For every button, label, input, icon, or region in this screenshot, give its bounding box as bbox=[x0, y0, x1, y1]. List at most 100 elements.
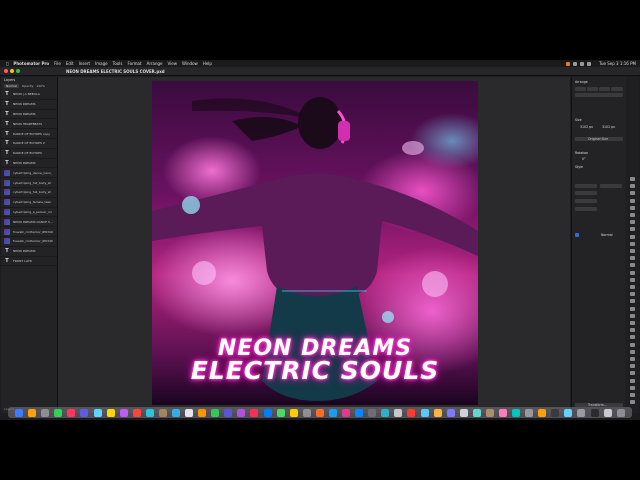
align-right-button[interactable] bbox=[599, 87, 610, 91]
layer-row[interactable]: T DANCE OF ECHOES copy bbox=[1, 129, 57, 139]
menu-window[interactable]: Window bbox=[182, 61, 198, 66]
dock-app-icon[interactable] bbox=[211, 408, 220, 417]
dock-app-icon[interactable] bbox=[590, 408, 599, 417]
dock-app-icon[interactable] bbox=[250, 408, 259, 417]
dock-app-icon[interactable] bbox=[616, 408, 625, 417]
layer-row[interactable]: cybertriping_dance_neon_ bbox=[1, 168, 57, 179]
dock-app-icon[interactable] bbox=[394, 408, 403, 417]
tool-icon[interactable] bbox=[630, 313, 635, 318]
size-width[interactable]: 3102 px bbox=[580, 125, 593, 129]
dock-app-icon[interactable] bbox=[41, 408, 50, 417]
layer-row[interactable]: T NEON DREAMS bbox=[1, 110, 57, 120]
album-cover-artwork[interactable]: NEON DREAMS ELECTRIC SOULS bbox=[152, 81, 478, 405]
tool-icon[interactable] bbox=[630, 270, 635, 275]
tool-icon[interactable] bbox=[630, 249, 635, 253]
dock-app-icon[interactable] bbox=[342, 408, 351, 417]
tool-icon[interactable] bbox=[630, 227, 635, 232]
shadow-button[interactable] bbox=[575, 207, 597, 211]
tool-icon[interactable] bbox=[630, 263, 635, 268]
tool-icon[interactable] bbox=[630, 177, 635, 181]
dock-app-icon[interactable] bbox=[472, 408, 481, 417]
dock-app-icon[interactable] bbox=[459, 408, 468, 417]
dock-app-icon[interactable] bbox=[368, 408, 377, 417]
dock-app-icon[interactable] bbox=[224, 408, 233, 417]
tool-icon[interactable] bbox=[630, 205, 635, 210]
dock-app-icon[interactable] bbox=[512, 408, 521, 417]
tool-icon[interactable] bbox=[630, 299, 635, 304]
flip-horizontal-button[interactable] bbox=[575, 184, 597, 188]
dock-app-icon[interactable] bbox=[328, 408, 337, 417]
dock-app-icon[interactable] bbox=[433, 408, 442, 417]
menu-tools[interactable]: Tools bbox=[113, 61, 123, 66]
menu-help[interactable]: Help bbox=[203, 61, 212, 66]
battery-icon[interactable] bbox=[580, 61, 585, 66]
menu-clock[interactable]: Tue Sep 3 1:16 PM bbox=[599, 61, 636, 66]
blend-select[interactable]: Normal bbox=[601, 233, 613, 237]
dock-app-icon[interactable] bbox=[119, 408, 128, 417]
dock-app-icon[interactable] bbox=[289, 408, 298, 417]
stroke-button[interactable] bbox=[575, 199, 597, 203]
tool-icon[interactable] bbox=[630, 321, 635, 325]
dock-app-icon[interactable] bbox=[185, 408, 194, 417]
dock-app-icon[interactable] bbox=[302, 408, 311, 417]
dock-app-icon[interactable] bbox=[577, 408, 586, 417]
canvas-area[interactable]: NEON DREAMS ELECTRIC SOULS bbox=[58, 77, 570, 413]
dock-app-icon[interactable] bbox=[538, 408, 547, 417]
tool-icon[interactable] bbox=[630, 357, 635, 361]
layer-row[interactable]: T FRONT LAYR bbox=[1, 257, 57, 267]
tool-icon[interactable] bbox=[630, 213, 635, 217]
dock-app-icon[interactable] bbox=[551, 408, 560, 417]
menu-format[interactable]: Format bbox=[127, 61, 141, 66]
dock-app-icon[interactable] bbox=[315, 408, 324, 417]
layer-row[interactable]: frowalk_cinthamor_6f0340 bbox=[1, 227, 57, 237]
layer-row[interactable]: cybertriping_full_body_sh bbox=[1, 188, 57, 198]
opacity-value[interactable]: 100% bbox=[36, 84, 45, 88]
minimize-window-button[interactable] bbox=[10, 69, 14, 73]
tool-icon[interactable] bbox=[630, 342, 635, 347]
tool-icon[interactable] bbox=[630, 378, 635, 383]
rotation-value[interactable]: 0° bbox=[582, 157, 586, 161]
apple-menu-icon[interactable]:  bbox=[6, 61, 8, 66]
layer-row[interactable]: T DANCE OF ECHOES 2 bbox=[1, 139, 57, 149]
menu-arrange[interactable]: Arrange bbox=[147, 61, 163, 66]
flip-vertical-button[interactable] bbox=[600, 184, 622, 188]
dock-app-icon[interactable] bbox=[132, 408, 141, 417]
dock-app-icon[interactable] bbox=[158, 408, 167, 417]
dock-app-icon[interactable] bbox=[603, 408, 612, 417]
tool-icon[interactable] bbox=[630, 277, 635, 282]
enable-checkbox[interactable] bbox=[575, 233, 579, 237]
dock-app-icon[interactable] bbox=[67, 408, 76, 417]
dock-app-icon[interactable] bbox=[28, 408, 37, 417]
tool-icon[interactable] bbox=[630, 285, 635, 289]
zoom-window-button[interactable] bbox=[16, 69, 20, 73]
dock-app-icon[interactable] bbox=[407, 408, 416, 417]
tool-icon[interactable] bbox=[630, 256, 635, 261]
dock-app-icon[interactable] bbox=[446, 408, 455, 417]
tool-icon[interactable] bbox=[630, 292, 635, 297]
tool-icon[interactable] bbox=[630, 371, 635, 376]
tool-icon[interactable] bbox=[630, 400, 635, 405]
arrange-options-button[interactable] bbox=[575, 93, 623, 97]
tool-icon[interactable] bbox=[630, 184, 635, 189]
align-center-button[interactable] bbox=[587, 87, 598, 91]
tool-icon[interactable] bbox=[630, 306, 635, 311]
tool-icon[interactable] bbox=[630, 349, 635, 354]
wifi-icon[interactable] bbox=[573, 61, 578, 66]
layer-row[interactable]: T DANCE OF ECHOES bbox=[1, 149, 57, 159]
tool-icon[interactable] bbox=[630, 191, 635, 196]
menu-edit[interactable]: Edit bbox=[66, 61, 74, 66]
layer-row[interactable]: T NEON DREAMS bbox=[1, 159, 57, 169]
dock-app-icon[interactable] bbox=[54, 408, 63, 417]
dock-app-icon[interactable] bbox=[564, 408, 573, 417]
dock-app-icon[interactable] bbox=[263, 408, 272, 417]
dock-app-icon[interactable] bbox=[172, 408, 181, 417]
layer-row[interactable]: frowalk_cinthamor_6f0340 bbox=[1, 237, 57, 247]
tool-icon[interactable] bbox=[630, 198, 635, 203]
dock-app-icon[interactable] bbox=[381, 408, 390, 417]
tool-icon[interactable] bbox=[630, 335, 635, 340]
dock-app-icon[interactable] bbox=[498, 408, 507, 417]
size-height[interactable]: 3102 px bbox=[602, 125, 615, 129]
dock-app-icon[interactable] bbox=[145, 408, 154, 417]
layer-row[interactable]: cybertriping_full_body_sh bbox=[1, 178, 57, 188]
layer-row[interactable]: T NEON HEARTBEATS bbox=[1, 119, 57, 130]
